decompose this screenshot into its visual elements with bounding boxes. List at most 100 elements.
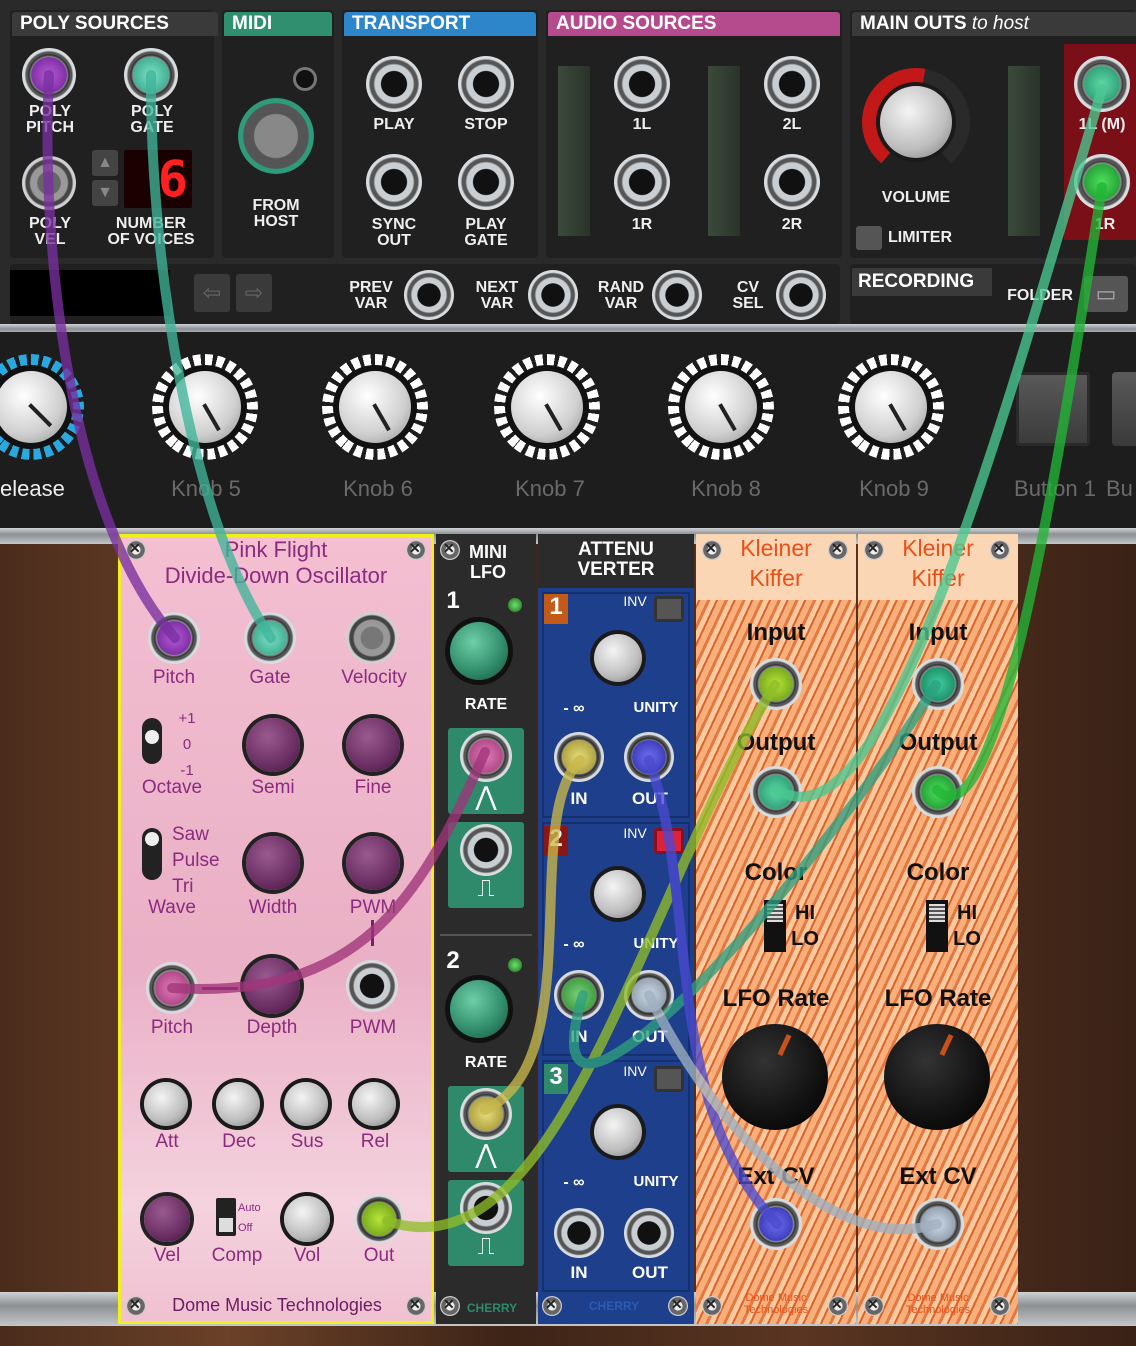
poly-gate-plug[interactable]: [133, 57, 169, 93]
atten-3-out-jack[interactable]: [624, 1208, 674, 1258]
kleiner-2-hilo: HI LO: [953, 902, 981, 950]
audio-2l-jack[interactable]: [764, 56, 820, 112]
width-knob[interactable]: [246, 836, 300, 890]
midi-din-jack[interactable]: [238, 98, 314, 174]
limiter-checkbox[interactable]: [856, 226, 882, 250]
lfo-2-tri-plug[interactable]: [469, 1097, 503, 1131]
lfo-2-rate-knob[interactable]: [450, 980, 508, 1038]
depth-label: Depth: [246, 1017, 298, 1038]
main-out-meter: [1008, 66, 1040, 236]
play-gate-jack[interactable]: [458, 154, 514, 210]
voices-up-button[interactable]: ▲: [92, 150, 118, 176]
pwm-knob[interactable]: [346, 836, 400, 890]
stop-jack[interactable]: [458, 56, 514, 112]
play-jack[interactable]: [366, 56, 422, 112]
octave-switch[interactable]: [142, 718, 162, 764]
kleiner-2-color-switch[interactable]: [926, 900, 948, 952]
knob-6[interactable]: [322, 354, 428, 460]
kleiner-1-lfo-rate-knob[interactable]: [722, 1024, 828, 1130]
sus-knob[interactable]: [284, 1082, 328, 1126]
main-out-1r-plug[interactable]: [1084, 164, 1120, 200]
pink-flight-module: Pink Flight Divide-Down Oscillator Pitch…: [118, 534, 434, 1324]
sync-out-jack[interactable]: [366, 154, 422, 210]
poly-sources-title: POLY SOURCES: [12, 12, 218, 36]
variation-next-arrow-icon[interactable]: ⇨: [236, 274, 272, 312]
fine-knob[interactable]: [346, 718, 400, 772]
button-1[interactable]: [1016, 372, 1090, 446]
knob-9[interactable]: [838, 354, 944, 460]
inv-1-toggle[interactable]: [654, 596, 684, 622]
main-out-1l-plug[interactable]: [1084, 66, 1120, 102]
kleiner-2-output-plug[interactable]: [921, 775, 955, 809]
dec-knob[interactable]: [216, 1082, 260, 1126]
button-2[interactable]: [1112, 372, 1136, 446]
atten-2-in-plug[interactable]: [562, 978, 596, 1012]
out-plug[interactable]: [362, 1202, 396, 1236]
comp-switch[interactable]: [216, 1198, 236, 1236]
semi-label: Semi: [251, 777, 295, 798]
wave-switch[interactable]: [142, 828, 162, 880]
variation-prev-arrow-icon[interactable]: ⇦: [194, 274, 230, 312]
atten-2-out-plug[interactable]: [632, 978, 666, 1012]
atten-3-in-jack[interactable]: [554, 1208, 604, 1258]
atten-1-knob[interactable]: [594, 634, 642, 682]
pink-flight-title: Pink Flight: [224, 537, 328, 562]
inv-2-toggle[interactable]: [654, 828, 684, 854]
knob-8[interactable]: [668, 354, 774, 460]
audio-1r-jack[interactable]: [614, 154, 670, 210]
lfo-2-square-jack[interactable]: [460, 1182, 512, 1234]
volume-knob[interactable]: [880, 86, 952, 158]
triangle-wave-icon: ⋀: [475, 1139, 497, 1169]
attenuverter-title: ATTENU VERTER: [577, 539, 655, 580]
mod-pwm-jack[interactable]: [346, 960, 398, 1012]
poly-pitch-plug[interactable]: [31, 57, 67, 93]
depth-knob[interactable]: [244, 958, 300, 1014]
voices-down-button[interactable]: ▼: [92, 180, 118, 206]
lfo-1-square-jack[interactable]: [460, 824, 512, 876]
vol-label: Vol: [293, 1245, 321, 1266]
kleiner-1-color-switch[interactable]: [764, 900, 786, 952]
poly-vel-jack[interactable]: [22, 156, 76, 210]
lfo-divider: [440, 934, 532, 936]
next-var-jack[interactable]: [528, 270, 578, 320]
folder-icon[interactable]: ▭: [1084, 276, 1128, 312]
screw-icon: [406, 540, 426, 560]
gate-plug[interactable]: [253, 621, 287, 655]
kleiner-2-color-label: Color: [906, 859, 970, 886]
kleiner-1-color-label: Color: [744, 859, 808, 886]
audio-1l-jack[interactable]: [614, 56, 670, 112]
mini-lfo-maker: CHERRY: [466, 1301, 518, 1315]
kleiner-1-input-plug[interactable]: [759, 667, 793, 701]
vol-knob[interactable]: [284, 1196, 330, 1242]
release-knob[interactable]: [0, 354, 84, 460]
lfo-1-rate-knob[interactable]: [450, 622, 508, 680]
rel-knob[interactable]: [352, 1082, 396, 1126]
atten-1-in-plug[interactable]: [562, 740, 596, 774]
inv-3-toggle[interactable]: [654, 1066, 684, 1092]
kleiner-2-ext-cv-plug[interactable]: [921, 1207, 955, 1241]
prev-var-jack[interactable]: [404, 270, 454, 320]
rand-var-jack[interactable]: [652, 270, 702, 320]
knob-5[interactable]: [152, 354, 258, 460]
vel-knob[interactable]: [144, 1196, 190, 1242]
kleiner-1-ext-cv-plug[interactable]: [759, 1207, 793, 1241]
semi-knob[interactable]: [246, 718, 300, 772]
velocity-jack[interactable]: [346, 612, 398, 664]
cv-sel-jack[interactable]: [776, 270, 826, 320]
atten-2-knob[interactable]: [594, 870, 642, 918]
main-out-1l-label: 1L (M): [1078, 116, 1126, 133]
pitch-plug[interactable]: [157, 621, 191, 655]
lfo-1-tri-plug[interactable]: [469, 739, 503, 773]
atten-1-out-plug[interactable]: [632, 740, 666, 774]
atten-3-knob[interactable]: [594, 1108, 642, 1156]
recording-title: RECORDING: [852, 268, 992, 296]
screw-icon: [406, 1296, 426, 1316]
mod-pitch-plug[interactable]: [155, 971, 189, 1005]
audio-2r-jack[interactable]: [764, 154, 820, 210]
kleiner-2-lfo-rate-knob[interactable]: [884, 1024, 990, 1130]
knob-7[interactable]: [494, 354, 600, 460]
kleiner-1-output-plug[interactable]: [759, 775, 793, 809]
att-knob[interactable]: [144, 1082, 188, 1126]
kleiner-2-input-plug[interactable]: [921, 667, 955, 701]
knob-9-label: Knob 9: [859, 476, 929, 501]
